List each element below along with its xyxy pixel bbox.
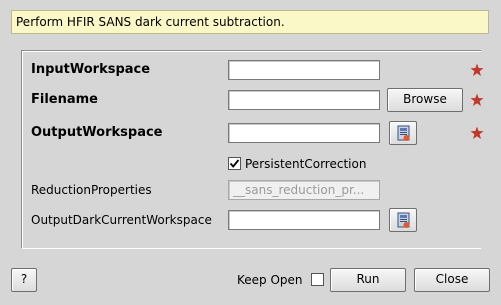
filename-label: Filename (31, 92, 98, 107)
help-button[interactable]: ? (11, 268, 37, 292)
input-workspace-label: InputWorkspace (31, 62, 151, 77)
close-button[interactable]: Close (414, 268, 490, 292)
output-workspace-label: OutputWorkspace (31, 125, 163, 140)
input-workspace-field[interactable] (228, 60, 380, 80)
required-star-icon (470, 126, 484, 140)
workspace-icon (397, 212, 410, 228)
persistent-correction-checkbox[interactable] (228, 157, 241, 170)
filename-field[interactable] (228, 90, 380, 110)
keep-open-label: Keep Open (237, 273, 303, 287)
algorithm-description: Perform HFIR SANS dark current subtracti… (11, 10, 489, 34)
workspace-picker-button[interactable] (389, 121, 417, 145)
reduction-properties-label: ReductionProperties (31, 183, 152, 197)
required-star-icon (470, 63, 484, 77)
workspace-icon (397, 125, 410, 141)
checkmark-icon (229, 159, 240, 168)
workspace-picker-button[interactable] (389, 208, 417, 232)
output-dark-current-workspace-label: OutputDarkCurrentWorkspace (31, 213, 212, 227)
output-dark-current-workspace-field[interactable] (228, 210, 380, 230)
required-star-icon (470, 93, 484, 107)
browse-button[interactable]: Browse (387, 88, 463, 112)
output-workspace-field[interactable] (228, 123, 380, 143)
keep-open-checkbox[interactable] (311, 273, 324, 286)
reduction-properties-field: __sans_reduction_pr... (228, 180, 380, 200)
persistent-correction-label: PersistentCorrection (245, 157, 367, 171)
run-button[interactable]: Run (330, 268, 406, 292)
